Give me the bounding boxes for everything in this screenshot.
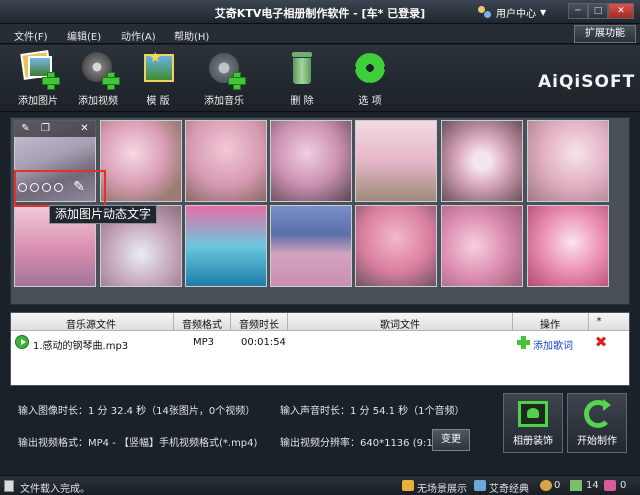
photo-thumbnail[interactable] (185, 205, 267, 287)
brand-logo: AiQiSOFT (538, 72, 636, 92)
delete-button[interactable]: 删 除 (272, 50, 332, 107)
options-button[interactable]: 选 项 (340, 50, 400, 107)
photo-thumbnail[interactable] (355, 120, 437, 202)
title-bar: 艾奇KTV电子相册制作软件 - [车* 已登录] 用户中心 ▼ ─ □ ✕ (0, 0, 640, 24)
chevron-down-icon: ▼ (540, 8, 547, 17)
template-button[interactable]: ★ 模 版 (128, 50, 188, 107)
count-a: 0 (554, 480, 561, 491)
output-video-format: 输出视频格式：MP4 - 【竖幅】手机视频格式(*.mp4) (18, 438, 258, 449)
album-decoration-button[interactable]: 相册装饰 (503, 393, 563, 453)
menu-action[interactable]: 动作(A) (121, 28, 156, 43)
photo-thumbnail[interactable] (441, 205, 523, 287)
add-lyric-link[interactable]: 添加歌词 (533, 337, 573, 352)
album-decoration-label: 相册装饰 (513, 436, 553, 447)
header-music-file: 音乐源文件 (66, 320, 116, 331)
photo-thumbnail[interactable] (270, 205, 352, 287)
video-count-icon (604, 480, 616, 491)
status-message: 文件载入完成。 (20, 484, 90, 495)
audio-duration: 00:01:54 (241, 337, 286, 348)
output-video-resolution: 输出视频分辨率：640*1136 (9:16) (280, 438, 443, 449)
header-audio-duration: 音频时长 (239, 320, 279, 331)
thumbnail-toolbar: ✎ ❐ ✕ (14, 120, 96, 137)
users-icon (478, 6, 492, 19)
toolbar: 添加图片 添加视频 ★ 模 版 添加音乐 删 除 选 项 AiQiSOFT (0, 45, 640, 112)
menu-file[interactable]: 文件(F) (14, 28, 48, 43)
speaker-icon (206, 50, 246, 90)
gear-icon (352, 50, 388, 86)
header-action: 操作 (540, 320, 560, 331)
photo-thumbnail[interactable] (441, 120, 523, 202)
add-image-button[interactable]: 添加图片 (8, 50, 68, 107)
audio-format: MP3 (193, 337, 215, 348)
document-icon (4, 480, 14, 492)
header-audio-format: 音频格式 (182, 320, 222, 331)
menu-help[interactable]: 帮助(H) (174, 28, 209, 43)
options-label: 选 项 (358, 96, 382, 107)
film-reel-icon (80, 50, 120, 90)
close-icon[interactable]: ✕ (79, 123, 90, 134)
start-making-button[interactable]: 开始制作 (567, 393, 627, 453)
photo-thumbnail[interactable] (100, 120, 182, 202)
count-b: 14 (586, 480, 599, 491)
change-button[interactable]: 变更 (432, 429, 470, 451)
play-icon[interactable] (15, 335, 29, 349)
user-center-label: 用户中心 (496, 9, 536, 20)
add-video-label: 添加视频 (78, 96, 118, 107)
audio-file-name: 1.感动的钢琴曲.mp3 (33, 341, 129, 352)
user-center-button[interactable]: 用户中心 ▼ (478, 5, 546, 20)
table-row[interactable]: 1.感动的钢琴曲.mp3 MP3 00:01:54 添加歌词 ✖ (11, 334, 629, 352)
photo-thumbnail[interactable] (527, 120, 609, 202)
copy-icon[interactable]: ❐ (40, 123, 51, 134)
add-music-button[interactable]: 添加音乐 (194, 50, 254, 107)
photo-thumbnail[interactable] (355, 205, 437, 287)
scene-icon (402, 480, 414, 491)
start-making-label: 开始制作 (577, 436, 617, 447)
highlight-box (14, 170, 106, 207)
menu-edit[interactable]: 编辑(E) (67, 28, 101, 43)
photo-thumbnail[interactable] (185, 120, 267, 202)
trash-icon (284, 50, 320, 86)
photo-thumbnail[interactable] (527, 205, 609, 287)
edit-icon[interactable]: ✎ (20, 123, 31, 134)
maximize-button[interactable]: □ (588, 3, 608, 19)
add-icon[interactable] (517, 336, 530, 349)
refresh-icon (580, 399, 614, 429)
delete-label: 删 除 (290, 96, 314, 107)
add-image-icon (20, 50, 60, 90)
add-image-label: 添加图片 (18, 96, 58, 107)
header-lyric-file: 歌词文件 (380, 320, 420, 331)
picture-frame-icon (516, 399, 550, 429)
close-button[interactable]: ✕ (608, 3, 634, 19)
photo-thumbnail[interactable] (270, 120, 352, 202)
scene-display-toggle[interactable]: 无场景展示 (417, 480, 467, 495)
add-music-label: 添加音乐 (204, 96, 244, 107)
delete-row-icon[interactable]: ✖ (593, 334, 609, 350)
header-star: * (596, 316, 602, 327)
count-c: 0 (620, 480, 627, 491)
input-image-duration: 输入图像时长：1 分 32.4 秒（14张图片，0个视频） (18, 406, 256, 417)
menu-bar: 文件(F) 编辑(E) 动作(A) 帮助(H) 扩展功能 (0, 24, 640, 44)
status-bar: 文件载入完成。 无场景展示 艾奇经典 0 14 0 (0, 475, 640, 495)
image-count-icon (570, 480, 582, 491)
classic-style-toggle[interactable]: 艾奇经典 (489, 480, 529, 495)
tooltip: 添加图片动态文字 (49, 205, 158, 224)
audio-count-icon (540, 480, 552, 491)
add-video-button[interactable]: 添加视频 (68, 50, 128, 107)
template-label: 模 版 (146, 96, 170, 107)
extended-features-button[interactable]: 扩展功能 (574, 25, 636, 43)
minimize-button[interactable]: ─ (568, 3, 588, 19)
classic-icon (474, 480, 486, 491)
audio-table-header: 音乐源文件 音频格式 音频时长 歌词文件 操作 * (11, 313, 629, 331)
template-icon: ★ (140, 50, 176, 86)
audio-table: 音乐源文件 音频格式 音频时长 歌词文件 操作 * 1.感动的钢琴曲.mp3 M… (10, 312, 630, 386)
input-audio-duration: 输入声音时长：1 分 54.1 秒（1个音频） (280, 406, 465, 417)
